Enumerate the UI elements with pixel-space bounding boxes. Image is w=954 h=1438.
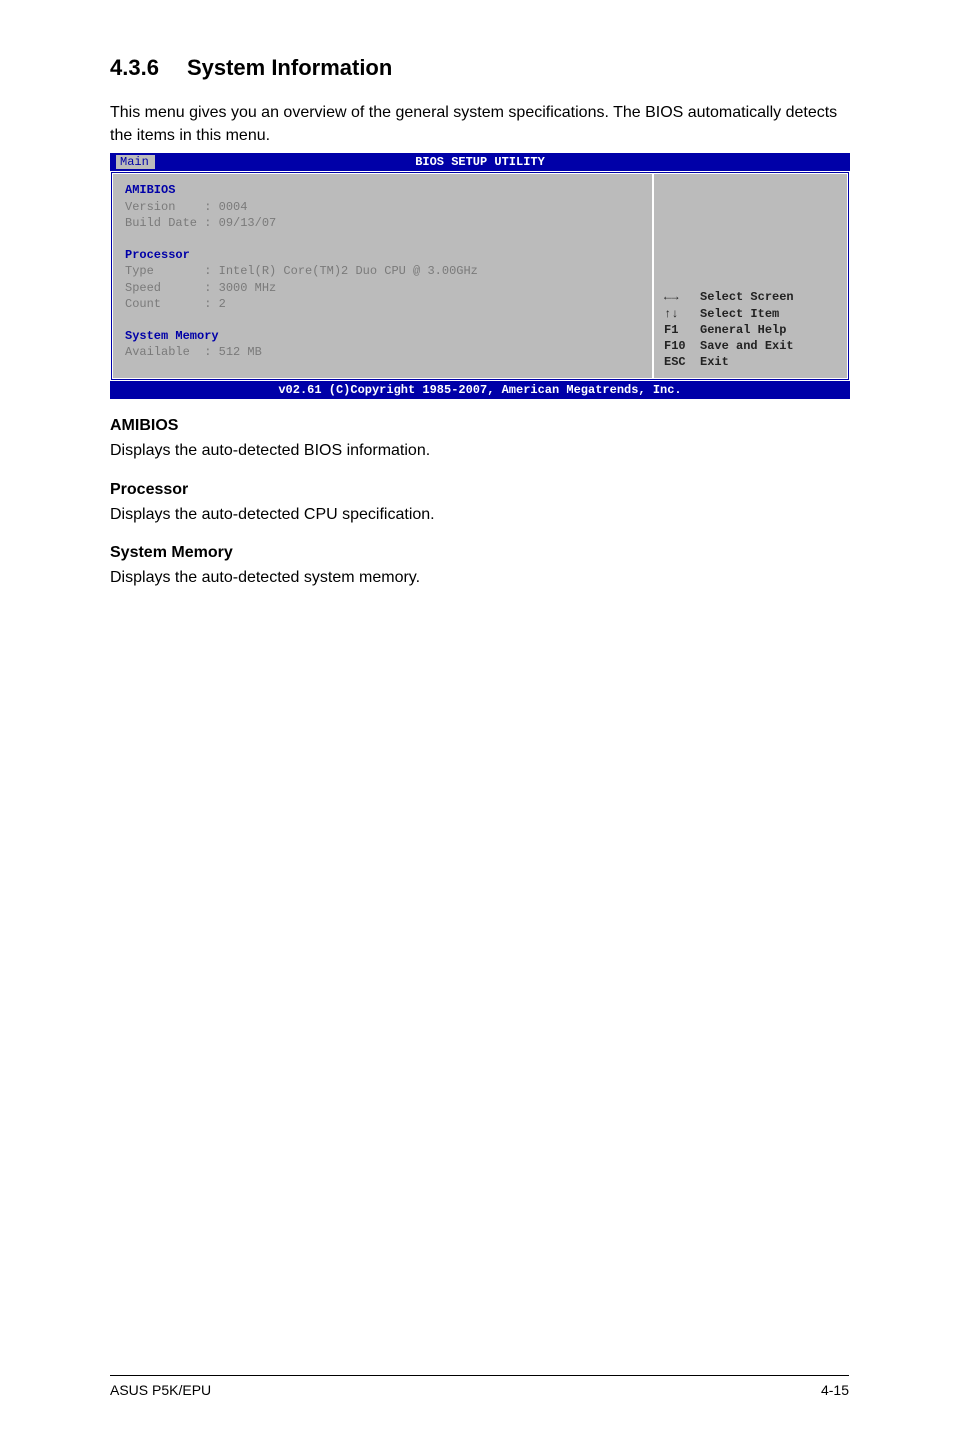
- bios-tab-main: Main: [116, 155, 155, 169]
- amibios-build-row: Build Date : 09/13/07: [125, 216, 276, 230]
- bios-title: BIOS SETUP UTILITY: [415, 155, 545, 169]
- section-heading: 4.3.6 System Information: [110, 55, 849, 81]
- memory-available-row: Available : 512 MB: [125, 345, 262, 359]
- memory-heading: System Memory: [110, 544, 849, 562]
- arrow-left-right-icon: [664, 290, 678, 304]
- bios-title-bar: BIOS SETUP UTILITY Main: [110, 153, 850, 171]
- footer-left: ASUS P5K/EPU: [110, 1382, 211, 1398]
- help-select-item: Select Item: [664, 306, 837, 322]
- help-esc: ESC Exit: [664, 354, 837, 370]
- section-number: 4.3.6: [110, 55, 159, 80]
- section-title: System Information: [187, 55, 392, 80]
- bios-screenshot: BIOS SETUP UTILITY Main AMIBIOS Version …: [110, 153, 850, 399]
- intro-text: This menu gives you an overview of the g…: [110, 101, 849, 147]
- processor-label: Processor: [125, 248, 190, 262]
- bios-left-panel: AMIBIOS Version : 0004 Build Date : 09/1…: [113, 174, 652, 378]
- memory-text: Displays the auto-detected system memory…: [110, 566, 849, 589]
- help-f10: F10 Save and Exit: [664, 338, 837, 354]
- footer-right: 4-15: [821, 1382, 849, 1398]
- amibios-version-row: Version : 0004: [125, 200, 247, 214]
- processor-speed-row: Speed : 3000 MHz: [125, 281, 276, 295]
- bios-right-panel: Select Screen Select Item F1 General Hel…: [652, 174, 847, 378]
- amibios-text: Displays the auto-detected BIOS informat…: [110, 439, 849, 462]
- processor-count-row: Count : 2: [125, 297, 226, 311]
- bios-footer: v02.61 (C)Copyright 1985-2007, American …: [110, 381, 850, 399]
- amibios-heading: AMIBIOS: [110, 417, 849, 435]
- arrow-up-down-icon: [664, 307, 678, 321]
- processor-type-row: Type : Intel(R) Core(TM)2 Duo CPU @ 3.00…: [125, 264, 478, 278]
- amibios-label: AMIBIOS: [125, 183, 175, 197]
- memory-label: System Memory: [125, 329, 219, 343]
- help-f1: F1 General Help: [664, 322, 837, 338]
- page-footer: ASUS P5K/EPU 4-15: [110, 1375, 849, 1398]
- processor-heading: Processor: [110, 481, 849, 499]
- help-select-screen: Select Screen: [664, 289, 837, 305]
- processor-text: Displays the auto-detected CPU specifica…: [110, 503, 849, 526]
